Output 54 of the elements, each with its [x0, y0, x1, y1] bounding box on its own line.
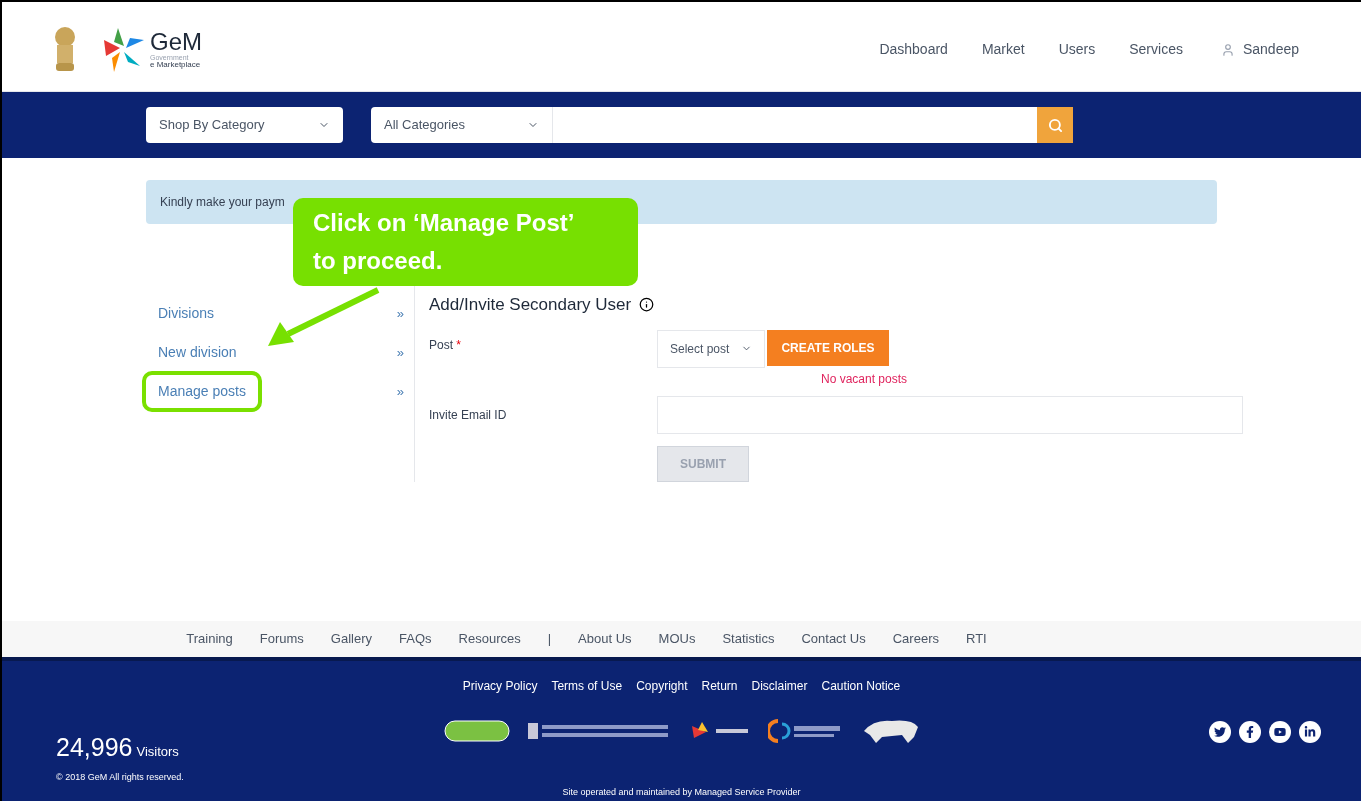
post-select[interactable]: Select post	[657, 329, 765, 368]
twitter-icon[interactable]	[1209, 721, 1231, 743]
chevron-icon: »	[396, 303, 404, 324]
user-menu[interactable]: Sandeep	[1242, 39, 1299, 60]
policy-link[interactable]: Disclaimer	[751, 677, 808, 695]
nav-link[interactable]: Market	[981, 39, 1025, 60]
footer-link[interactable]: Forums	[259, 629, 304, 649]
nav-link[interactable]: Services	[1129, 39, 1183, 60]
logo-subtitle: e Marketplace	[150, 61, 202, 69]
footer-link[interactable]: About Us	[578, 629, 632, 649]
nav-link[interactable]: Users	[1058, 39, 1096, 60]
visitor-label: Visitors	[136, 743, 179, 761]
email-field[interactable]	[657, 395, 1243, 434]
sidebar-link[interactable]: New division	[146, 336, 249, 369]
facebook-icon[interactable]	[1239, 721, 1261, 743]
policy-link[interactable]: Copyright	[636, 677, 688, 695]
chevron-icon: »	[396, 381, 404, 402]
error-message: No vacant posts	[821, 370, 908, 388]
youtube-icon[interactable]	[1269, 721, 1291, 743]
copyright-text: © 2018 GeM All rights reserved.	[56, 770, 184, 784]
nav-link[interactable]: Dashboard	[879, 39, 948, 60]
policy-link[interactable]: Return	[701, 677, 738, 695]
callout-text: to proceed.	[313, 246, 444, 276]
category-dropdown[interactable]: Shop By Category	[146, 107, 343, 143]
form-heading: Add/Invite Secondary User	[429, 294, 632, 316]
search-field[interactable]	[553, 107, 1037, 143]
policy-link[interactable]: Caution Notice	[821, 677, 901, 695]
footer-link[interactable]: Statistics	[722, 629, 775, 649]
logo-title: GeM	[150, 30, 202, 54]
callout-text: Click on ‘Manage Post’	[313, 208, 576, 238]
footer-link[interactable]: Careers	[892, 629, 939, 649]
visitor-count: 24,996	[56, 732, 133, 763]
notice-text: Kindly make your paym	[160, 194, 285, 211]
footer-link[interactable]: |	[547, 629, 552, 649]
footer-link[interactable]: Contact Us	[801, 629, 866, 649]
footer-link[interactable]: FAQs	[399, 629, 432, 649]
post-label: Post *	[429, 337, 462, 352]
sidebar-link[interactable]: Divisions	[146, 297, 226, 330]
secure-badge-logo	[443, 720, 510, 742]
filter-dropdown[interactable]: All Categories	[371, 107, 553, 143]
operator-text: Site operated and maintained by Managed Service Provider	[562, 785, 801, 799]
footer-link[interactable]: RTI	[966, 629, 987, 649]
linkedin-icon[interactable]	[1299, 721, 1321, 743]
info-icon	[639, 297, 655, 313]
footer-link[interactable]: Resources	[458, 629, 521, 649]
search-icon	[1047, 117, 1063, 133]
email-label: Invite Email ID	[429, 406, 508, 424]
footer-link[interactable]: Training	[186, 629, 233, 649]
chevron-icon: »	[396, 342, 404, 363]
footer-link[interactable]: Gallery	[330, 629, 373, 649]
policy-link[interactable]: Privacy Policy	[462, 677, 538, 695]
policy-link[interactable]: Terms of Use	[551, 677, 623, 695]
footer-link[interactable]: MOUs	[658, 629, 696, 649]
user-icon	[1220, 42, 1235, 57]
